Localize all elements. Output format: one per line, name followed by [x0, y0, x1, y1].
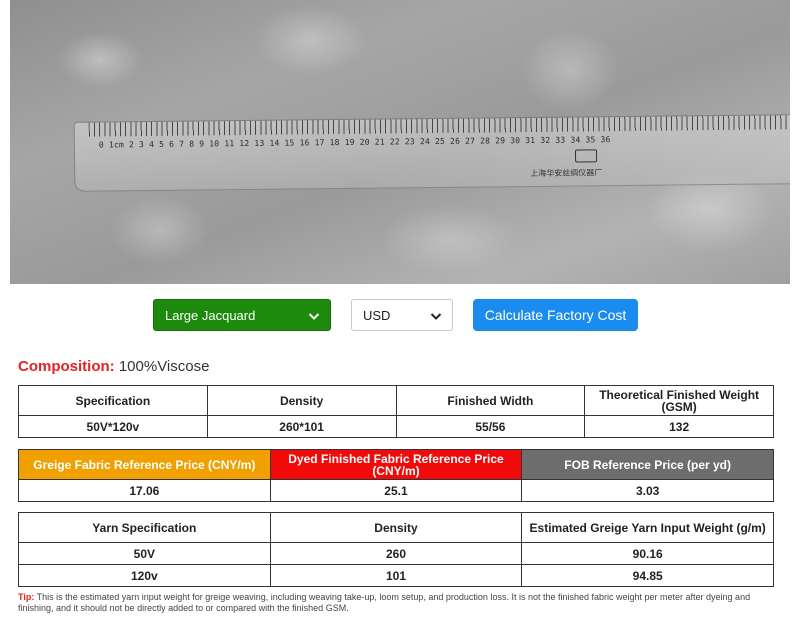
- specification-table: Specification Density Finished Width The…: [18, 385, 774, 438]
- table-header: Density: [206, 385, 397, 416]
- table-cell: 50V*120v: [18, 415, 208, 438]
- greige-price-value: 17.06: [18, 479, 271, 502]
- table-cell: 55/56: [395, 415, 586, 438]
- table-cell: 94.85: [521, 564, 774, 587]
- price-table: Greige Fabric Reference Price (CNY/m) Dy…: [18, 449, 774, 502]
- fob-price-value: 3.03: [521, 479, 774, 502]
- table-row: 120v 101 94.85: [18, 564, 774, 587]
- table-row: 50V 260 90.16: [18, 542, 774, 565]
- table-cell: 120v: [18, 564, 271, 587]
- currency-value: USD: [363, 307, 391, 323]
- dyed-price-value: 25.1: [269, 479, 523, 502]
- tip-text: This is the estimated yarn input weight …: [18, 592, 751, 613]
- table-cell: 90.16: [521, 542, 774, 565]
- table-header: Yarn Specification: [18, 512, 271, 543]
- composition: Composition: 100%Viscose: [18, 358, 209, 375]
- ruler-numbers: 0 1cm 2 3 4 5 6 7 8 9 10 11 12 13 14 15 …: [98, 135, 611, 150]
- ruler-logo-icon: [574, 149, 598, 163]
- table-cell: 132: [584, 415, 774, 438]
- fabric-type-select[interactable]: Large Jacquard: [153, 299, 331, 331]
- table-header: Specification: [18, 385, 208, 416]
- dyed-price-header: Dyed Finished Fabric Reference Price (CN…: [269, 449, 523, 480]
- table-cell: 50V: [18, 542, 271, 565]
- table-header: Estimated Greige Yarn Input Weight (g/m): [521, 512, 774, 543]
- calculate-factory-cost-button[interactable]: Calculate Factory Cost: [473, 299, 638, 331]
- greige-price-header: Greige Fabric Reference Price (CNY/m): [18, 449, 271, 480]
- table-header: Density: [269, 512, 523, 543]
- fabric-type-value: Large Jacquard: [165, 307, 256, 323]
- ruler-maker-text: 上海华安丝绸仪器厂: [530, 168, 603, 178]
- fob-price-header: FOB Reference Price (per yd): [521, 449, 774, 480]
- currency-select[interactable]: USD: [351, 299, 453, 331]
- chevron-down-icon: [308, 313, 320, 320]
- table-header: Theoretical Finished Weight (GSM): [584, 385, 774, 416]
- table-cell: 260: [269, 542, 523, 565]
- chevron-down-icon: [430, 313, 442, 320]
- table-header: Finished Width: [395, 385, 586, 416]
- tip-label: Tip:: [18, 592, 35, 602]
- composition-value: 100%Viscose: [118, 358, 210, 375]
- ruler: 0 1cm 2 3 4 5 6 7 8 9 10 11 12 13 14 15 …: [73, 114, 790, 192]
- fabric-photo: 0 1cm 2 3 4 5 6 7 8 9 10 11 12 13 14 15 …: [10, 0, 790, 284]
- tip-note: Tip: This is the estimated yarn input we…: [18, 592, 778, 614]
- controls-bar: Large Jacquard USD Calculate Factory Cos…: [0, 299, 800, 331]
- table-cell: 260*101: [206, 415, 397, 438]
- table-cell: 101: [269, 564, 523, 587]
- yarn-table: Yarn Specification Density Estimated Gre…: [18, 512, 774, 587]
- composition-label: Composition:: [18, 358, 115, 375]
